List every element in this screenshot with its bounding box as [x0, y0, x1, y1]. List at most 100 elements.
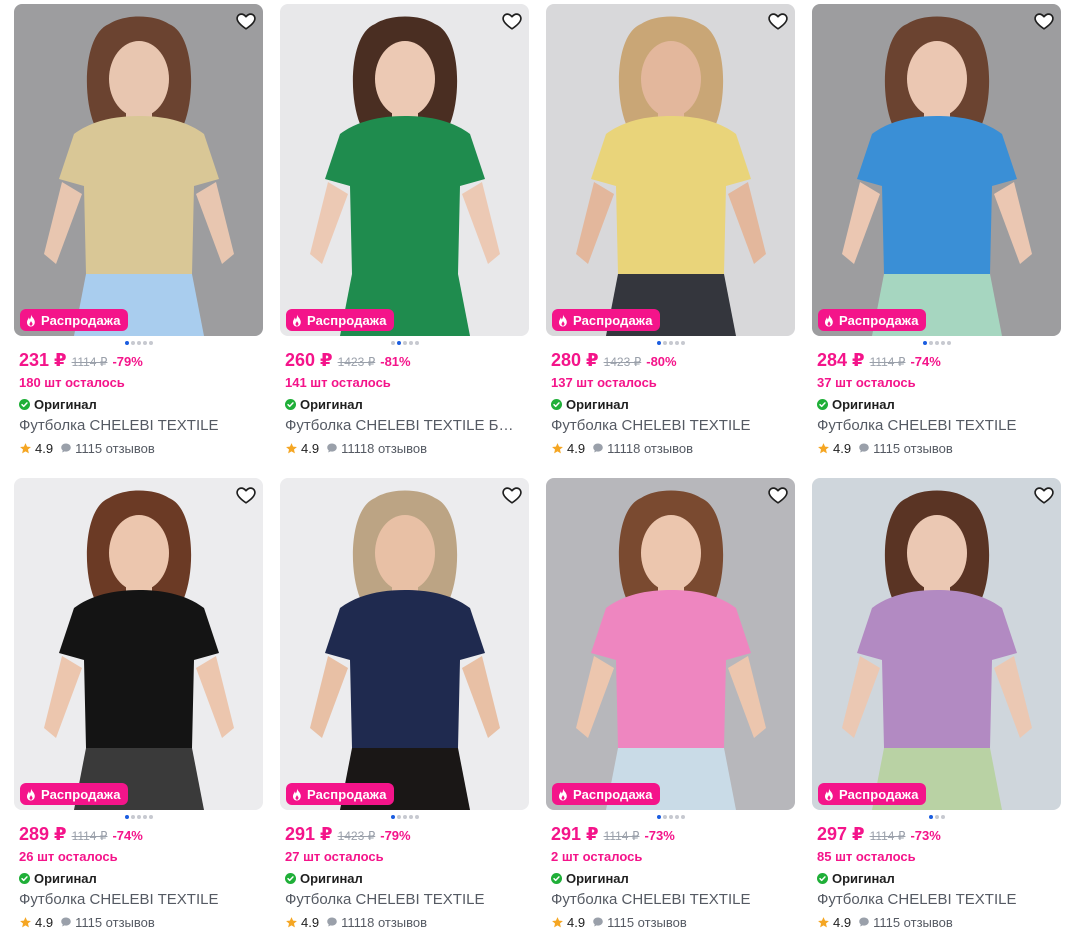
- check-circle-icon: [817, 399, 828, 410]
- carousel-dot[interactable]: [130, 815, 135, 819]
- product-title[interactable]: Футболка CHELEBI TEXTILE: [812, 891, 1052, 910]
- reviews-count[interactable]: 1115 отзывов: [607, 915, 687, 930]
- sale-badge-label: Распродажа: [41, 786, 121, 802]
- heart-outline-icon[interactable]: [767, 10, 789, 32]
- heart-outline-icon[interactable]: [235, 484, 257, 506]
- product-title[interactable]: Футболка CHELEBI TEXTILE Баз...: [280, 417, 520, 436]
- heart-outline-icon[interactable]: [235, 10, 257, 32]
- reviews-count[interactable]: 11118 отзывов: [341, 915, 427, 930]
- carousel-dot[interactable]: [396, 341, 401, 345]
- carousel-dot[interactable]: [656, 815, 661, 819]
- reviews-count[interactable]: 11118 отзывов: [607, 441, 693, 456]
- carousel-dot[interactable]: [124, 341, 129, 345]
- carousel-dot[interactable]: [142, 815, 147, 819]
- carousel-dot[interactable]: [148, 341, 153, 345]
- flame-icon: [557, 313, 569, 327]
- carousel-dot[interactable]: [390, 815, 395, 819]
- product-grid: Распродажа 231 ₽ 1114 ₽ -79% 180 шт осталось…: [14, 4, 1061, 935]
- carousel-dot[interactable]: [680, 815, 685, 819]
- product-card[interactable]: Распродажа 280 ₽ 1423 ₽ -80% 137 шт осталось…: [546, 4, 795, 478]
- price-row: 291 ₽ 1423 ₽ -79%: [280, 824, 529, 846]
- product-card[interactable]: Распродажа 291 ₽ 1423 ₽ -79% 27 шт осталось О…: [280, 478, 529, 935]
- product-title[interactable]: Футболка CHELEBI TEXTILE: [546, 891, 786, 910]
- rating-row: 4.9 1115 отзывов: [14, 440, 263, 456]
- product-card[interactable]: Распродажа 289 ₽ 1114 ₽ -74% 26 шт осталось О…: [14, 478, 263, 935]
- chat-bubble-icon: [592, 916, 604, 928]
- carousel-dot[interactable]: [408, 815, 413, 819]
- carousel-dot[interactable]: [656, 341, 661, 345]
- product-title[interactable]: Футболка CHELEBI TEXTILE: [14, 891, 254, 910]
- carousel-dot[interactable]: [946, 341, 951, 345]
- carousel-dot[interactable]: [124, 815, 129, 819]
- carousel-dot[interactable]: [662, 815, 667, 819]
- carousel-dot[interactable]: [662, 341, 667, 345]
- original-text: Оригинал: [832, 871, 895, 886]
- heart-outline-icon[interactable]: [501, 10, 523, 32]
- carousel-dot[interactable]: [142, 341, 147, 345]
- carousel-dot[interactable]: [402, 815, 407, 819]
- product-title[interactable]: Футболка CHELEBI TEXTILE: [546, 417, 786, 436]
- carousel-dot[interactable]: [680, 341, 685, 345]
- product-card[interactable]: Распродажа 297 ₽ 1114 ₽ -73% 85 шт осталось О…: [812, 478, 1061, 935]
- product-image[interactable]: Распродажа: [280, 4, 529, 336]
- carousel-dots: [812, 338, 1061, 348]
- reviews-count[interactable]: 1115 отзывов: [873, 441, 953, 456]
- carousel-dot[interactable]: [136, 815, 141, 819]
- product-image[interactable]: Распродажа: [280, 478, 529, 810]
- rating-value: 4.9: [301, 440, 320, 456]
- reviews-count[interactable]: 1115 отзывов: [75, 915, 155, 930]
- carousel-dot[interactable]: [396, 815, 401, 819]
- star-icon: [19, 916, 32, 929]
- carousel-dot[interactable]: [940, 341, 945, 345]
- carousel-dot[interactable]: [390, 341, 395, 345]
- carousel-dot[interactable]: [414, 815, 419, 819]
- product-image[interactable]: Распродажа: [546, 478, 795, 810]
- product-card[interactable]: Распродажа 284 ₽ 1114 ₽ -74% 37 шт осталось О…: [812, 4, 1061, 478]
- sale-badge: Распродажа: [818, 783, 926, 805]
- heart-outline-icon[interactable]: [1033, 10, 1055, 32]
- carousel-dot[interactable]: [148, 815, 153, 819]
- product-card[interactable]: Распродажа 260 ₽ 1423 ₽ -81% 141 шт осталось…: [280, 4, 529, 478]
- reviews-count[interactable]: 1115 отзывов: [873, 915, 953, 930]
- reviews-count[interactable]: 11118 отзывов: [341, 441, 427, 456]
- flame-icon: [557, 787, 569, 801]
- heart-outline-icon[interactable]: [1033, 484, 1055, 506]
- product-title[interactable]: Футболка CHELEBI TEXTILE: [280, 891, 520, 910]
- rating-value: 4.9: [833, 914, 852, 930]
- heart-outline-icon[interactable]: [767, 484, 789, 506]
- product-image[interactable]: Распродажа: [812, 4, 1061, 336]
- carousel-dot[interactable]: [130, 341, 135, 345]
- product-title[interactable]: Футболка CHELEBI TEXTILE: [812, 417, 1052, 436]
- rating-value: 4.9: [35, 914, 54, 930]
- product-title[interactable]: Футболка CHELEBI TEXTILE: [14, 417, 254, 436]
- original-label: Оригинал: [14, 396, 263, 413]
- carousel-dots: [546, 812, 795, 822]
- product-image[interactable]: Распродажа: [546, 4, 795, 336]
- old-price: 1423 ₽: [337, 829, 376, 843]
- product-card[interactable]: Распродажа 291 ₽ 1114 ₽ -73% 2 шт осталось Ор…: [546, 478, 795, 935]
- carousel-dot[interactable]: [674, 341, 679, 345]
- carousel-dot[interactable]: [136, 341, 141, 345]
- carousel-dot[interactable]: [402, 341, 407, 345]
- carousel-dot[interactable]: [922, 341, 927, 345]
- sale-badge: Распродажа: [286, 783, 394, 805]
- product-image[interactable]: Распродажа: [812, 478, 1061, 810]
- carousel-dot[interactable]: [668, 815, 673, 819]
- current-price: 291 ₽: [551, 824, 599, 844]
- carousel-dot[interactable]: [934, 815, 939, 819]
- carousel-dot[interactable]: [928, 341, 933, 345]
- product-card[interactable]: Распродажа 231 ₽ 1114 ₽ -79% 180 шт осталось…: [14, 4, 263, 478]
- carousel-dot[interactable]: [408, 341, 413, 345]
- carousel-dot[interactable]: [934, 341, 939, 345]
- heart-outline-icon[interactable]: [501, 484, 523, 506]
- old-price: 1114 ₽: [869, 355, 906, 369]
- current-price: 297 ₽: [817, 824, 865, 844]
- product-image[interactable]: Распродажа: [14, 4, 263, 336]
- carousel-dot[interactable]: [940, 815, 945, 819]
- carousel-dot[interactable]: [668, 341, 673, 345]
- carousel-dot[interactable]: [928, 815, 933, 819]
- carousel-dot[interactable]: [414, 341, 419, 345]
- product-image[interactable]: Распродажа: [14, 478, 263, 810]
- carousel-dot[interactable]: [674, 815, 679, 819]
- reviews-count[interactable]: 1115 отзывов: [75, 441, 155, 456]
